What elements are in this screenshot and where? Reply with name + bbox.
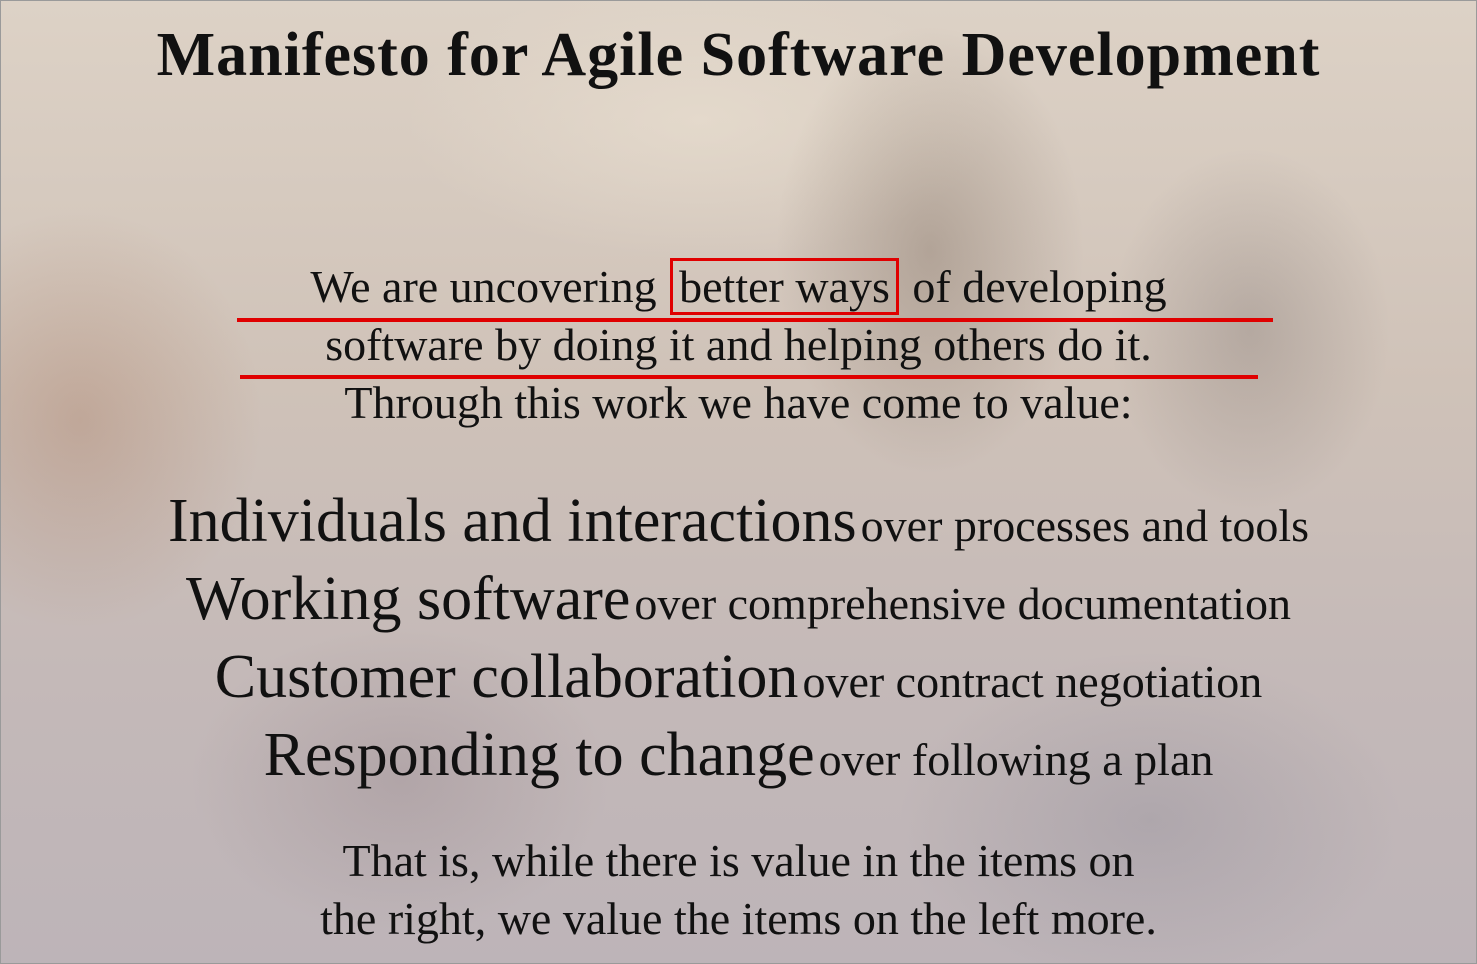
slide-border — [0, 0, 1477, 964]
